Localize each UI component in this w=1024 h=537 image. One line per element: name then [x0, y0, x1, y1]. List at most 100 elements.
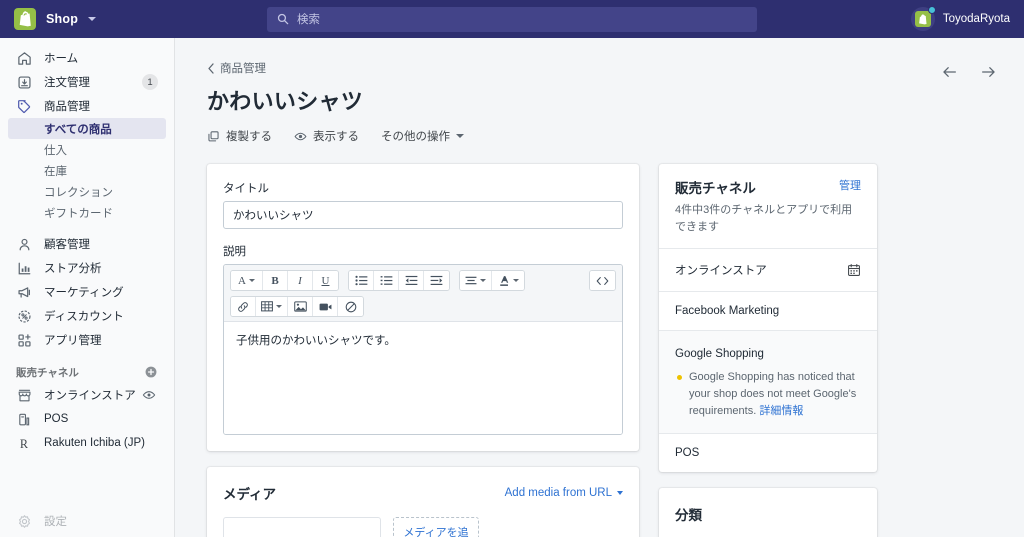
search-input[interactable]: 検索 [267, 6, 757, 32]
calendar-icon[interactable] [847, 263, 861, 277]
title-input[interactable]: かわいいシャツ [223, 201, 623, 229]
chevron-down-icon [276, 305, 282, 308]
chevron-down-icon [248, 279, 255, 282]
outdent-icon[interactable] [399, 271, 424, 290]
clear-formatting-icon[interactable] [338, 297, 363, 316]
sidebar-item-discounts[interactable]: ディスカウント [8, 304, 166, 328]
sidebar-subitem-purchase[interactable]: 仕入 [8, 139, 166, 160]
link-icon[interactable] [231, 297, 256, 316]
page-header-left: 商品管理 かわいいシャツ 複製する 表示する その他の操作 [207, 60, 942, 144]
sidebar-subitem-all-products[interactable]: すべての商品 [8, 118, 166, 139]
shopify-admin-page: Shop 検索 ToyodaRyota ホーム 注文管理 1 商品管理 すべての… [0, 0, 1024, 537]
top-navigation-bar: Shop 検索 ToyodaRyota [0, 0, 1024, 38]
sidebar-item-home[interactable]: ホーム [8, 46, 166, 70]
sidebar-item-rakuten[interactable]: R Rakuten Ichiba (JP) [8, 431, 166, 455]
duplicate-icon [207, 130, 220, 143]
channel-row-pos[interactable]: POS [659, 434, 877, 472]
sales-channels-title: 販売チャネル [675, 181, 756, 196]
sidebar-subitem-label: ギフトカード [44, 207, 113, 220]
bold-icon[interactable]: B [263, 271, 288, 290]
sidebar-item-apps[interactable]: アプリ管理 [8, 328, 166, 352]
organization-card: 分類 商品タイプ [659, 488, 877, 537]
insert-image-icon[interactable] [288, 297, 313, 316]
italic-icon[interactable]: I [288, 271, 313, 290]
page-title: かわいいシャツ [207, 89, 364, 114]
table-icon[interactable] [256, 297, 288, 316]
channel-warning-text: Google Shopping has noticed that your sh… [689, 369, 861, 420]
sidebar-subitem-gift-cards[interactable]: ギフトカード [8, 202, 166, 223]
indent-icon[interactable] [424, 271, 449, 290]
media-thumbnail[interactable] [223, 517, 381, 537]
warning-bullet-icon [677, 375, 682, 380]
orders-count-badge: 1 [142, 74, 158, 90]
breadcrumb[interactable]: 商品管理 [207, 60, 942, 76]
manage-channels-link[interactable]: 管理 [839, 177, 861, 193]
rte-group-align-color [459, 270, 525, 291]
arrow-right-icon[interactable] [980, 64, 996, 80]
media-dropzone[interactable]: メディアを追加する またはファイルをドロップして [393, 517, 479, 537]
topbar-user-area[interactable]: ToyodaRyota [849, 6, 1024, 31]
description-editor-body[interactable]: 子供用のかわいいシャツです。 [224, 322, 622, 434]
notification-dot [927, 6, 936, 14]
numbered-list-icon[interactable] [374, 271, 399, 290]
sidebar-subitem-label: コレクション [44, 186, 113, 199]
arrow-left-icon[interactable] [942, 64, 958, 80]
media-items-row: メディアを追加する またはファイルをドロップして [223, 517, 623, 537]
sidebar-item-customers[interactable]: 顧客管理 [8, 232, 166, 256]
action-label: その他の操作 [381, 131, 450, 143]
learn-more-link[interactable]: 詳細情報 [759, 405, 803, 417]
eye-icon [294, 130, 307, 143]
content-columns: タイトル かわいいシャツ 説明 A B I U 子供用のかわいいシャツです。 メ… [207, 164, 996, 537]
insert-video-icon[interactable] [313, 297, 338, 316]
title-field-label: タイトル [223, 183, 269, 195]
storefront-icon [16, 387, 33, 404]
media-card-header: メディア Add media from URL [223, 483, 623, 503]
text-color-icon[interactable] [492, 271, 524, 290]
description-rich-text-editor[interactable]: A B I U 子供用のかわいいシャツです。 [223, 264, 623, 435]
rte-toolbar: A B I U [224, 265, 622, 322]
product-details-body: タイトル かわいいシャツ 説明 A B I U 子供用のかわいいシャツです。 [207, 164, 639, 451]
sidebar-subitem-inventory[interactable]: 在庫 [8, 160, 166, 181]
sidebar-item-settings[interactable]: 設定 [8, 509, 166, 533]
sidebar-item-orders[interactable]: 注文管理 1 [8, 70, 166, 94]
code-view-icon[interactable] [590, 271, 615, 290]
bulleted-list-icon[interactable] [349, 271, 374, 290]
channel-row-facebook-marketing[interactable]: Facebook Marketing [659, 292, 877, 330]
search-placeholder-text: 検索 [297, 14, 320, 26]
analytics-bars-icon [16, 260, 33, 277]
channel-row-online-store[interactable]: オンラインストア [659, 249, 877, 291]
sidebar-item-pos[interactable]: POS [8, 407, 166, 431]
sidebar-item-marketing[interactable]: マーケティング [8, 280, 166, 304]
page-body: ホーム 注文管理 1 商品管理 すべての商品 仕入 在庫 コレクション ギフトカ… [0, 38, 1024, 537]
sidebar-subitem-collections[interactable]: コレクション [8, 181, 166, 202]
avatar[interactable] [910, 6, 936, 31]
add-media-from-url-button[interactable]: Add media from URL [505, 487, 623, 499]
font-style-icon[interactable]: A [231, 271, 263, 290]
shopify-bag-icon [14, 8, 36, 30]
channel-row-google-shopping[interactable]: Google Shopping Google Shopping has noti… [659, 331, 877, 434]
align-icon[interactable] [460, 271, 492, 290]
eye-icon[interactable] [142, 388, 156, 402]
sidebar-item-label: ストア分析 [44, 263, 102, 275]
sidebar-item-label: ディスカウント [44, 311, 124, 323]
sidebar-item-label: 注文管理 [44, 77, 90, 89]
user-name-label: ToyodaRyota [942, 13, 1010, 25]
channel-warning: Google Shopping has noticed that your sh… [675, 369, 861, 420]
plus-circle-icon[interactable] [144, 365, 158, 379]
underline-icon[interactable]: U [313, 271, 338, 290]
channel-name: Google Shopping [675, 348, 764, 360]
more-actions-button[interactable]: その他の操作 [381, 128, 464, 144]
add-media-from-url-label: Add media from URL [504, 487, 612, 499]
channel-name: オンラインストア [675, 265, 767, 277]
duplicate-button[interactable]: 複製する [207, 128, 272, 144]
chevron-down-icon[interactable] [88, 17, 97, 21]
sidebar-item-online-store[interactable]: オンラインストア [8, 383, 166, 407]
sidebar-item-products[interactable]: 商品管理 [8, 94, 166, 118]
sidebar-item-label: ホーム [44, 53, 79, 65]
rte-group-code [589, 270, 616, 291]
preview-button[interactable]: 表示する [294, 128, 359, 144]
sidebar-item-analytics[interactable]: ストア分析 [8, 256, 166, 280]
